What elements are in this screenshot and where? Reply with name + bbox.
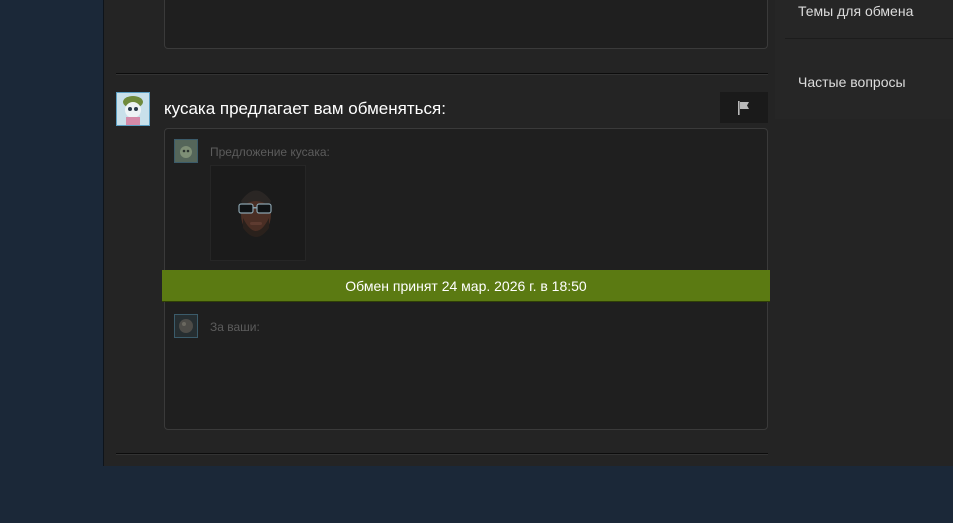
their-mini-avatar[interactable]: [174, 139, 198, 163]
trade-item[interactable]: [210, 165, 306, 261]
your-mini-avatar[interactable]: [174, 314, 198, 338]
sidebar-separator: [785, 38, 953, 39]
flag-icon: [738, 100, 749, 115]
divider-top: [116, 73, 768, 75]
offer-title: кусака предлагает вам обменяться:: [164, 99, 446, 118]
trade-status-text: Обмен принят 24 мар. 2026 г. в 18:50: [345, 277, 587, 294]
bearded-man-with-glasses-icon: [238, 190, 272, 237]
page: кусака предлагает вам обменяться: Предло…: [0, 0, 953, 523]
sidebar-link-faq[interactable]: Частые вопросы: [798, 74, 906, 90]
sidebar-link-trade-topics[interactable]: Темы для обмена: [798, 3, 913, 19]
previous-trade-box: [164, 0, 768, 49]
your-offer-label: За ваши:: [210, 320, 260, 334]
trade-status-banner: Обмен принят 24 мар. 2026 г. в 18:50: [162, 270, 770, 302]
user-avatar[interactable]: [116, 92, 150, 126]
divider-bottom: [116, 453, 768, 455]
avatar-image: [175, 140, 197, 162]
avatar-image: [117, 93, 149, 125]
their-offer-label: Предложение кусака:: [210, 145, 330, 159]
report-button[interactable]: [720, 92, 768, 123]
avatar-image: [175, 315, 197, 337]
